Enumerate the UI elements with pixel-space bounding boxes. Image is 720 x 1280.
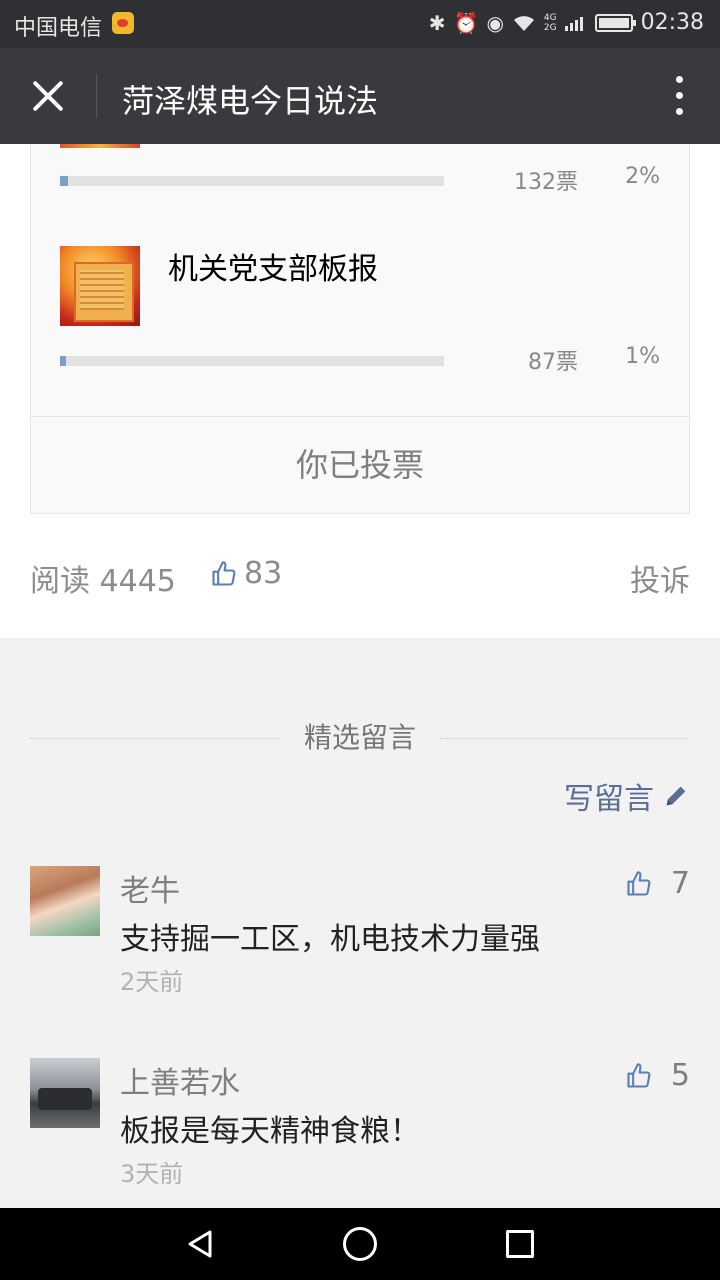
page-title: 菏泽煤电今日说法	[122, 82, 379, 120]
clock: 02:38	[640, 10, 704, 35]
signal-icon	[564, 15, 587, 31]
poll-option-title: 机关党支部板报	[168, 252, 378, 287]
battery-icon	[594, 13, 636, 32]
vote-count: 87票	[528, 350, 578, 375]
recent-apps-icon[interactable]	[506, 1230, 534, 1258]
comment-text: 板报是每天精神食粮！	[120, 1114, 420, 1149]
comment-item: 上善若水 板报是每天精神食粮！ 3天前 5	[30, 1058, 690, 1208]
nav-divider	[96, 74, 97, 118]
comment-text: 支持掘一工区，机电技术力量强	[120, 922, 540, 957]
bluetooth-icon: ✱	[428, 10, 446, 35]
network-type-top: 4G	[543, 12, 557, 23]
comment-nickname: 老牛	[120, 874, 180, 909]
comment-like-button[interactable]: 7	[625, 866, 690, 901]
thumbs-up-icon	[212, 560, 236, 586]
comment-nickname: 上善若水	[120, 1066, 240, 1101]
nav-bar: 菏泽煤电今日说法	[0, 48, 720, 144]
pencil-icon	[666, 786, 686, 806]
weibo-notification-icon	[112, 12, 134, 34]
carrier-label: 中国电信	[14, 16, 103, 41]
write-comment-label: 写留言	[564, 782, 654, 817]
read-count: 阅读 4445	[30, 564, 176, 599]
progress-track	[60, 356, 444, 366]
comment-like-count: 5	[670, 1058, 690, 1093]
section-divider-right	[440, 738, 690, 739]
article-like-button[interactable]: 83	[210, 556, 282, 591]
thumbs-up-icon	[627, 870, 651, 896]
vote-percent: 1%	[625, 344, 660, 369]
poll-option-bar: 132票 2%	[60, 164, 660, 206]
avatar[interactable]	[30, 866, 100, 936]
voted-status: 你已投票	[295, 446, 424, 484]
vote-percent: 2%	[625, 164, 660, 189]
comment-like-count: 7	[670, 866, 690, 901]
home-icon[interactable]	[343, 1227, 377, 1261]
avatar[interactable]	[30, 1058, 100, 1128]
close-button[interactable]	[30, 78, 66, 114]
article-like-count: 83	[244, 556, 283, 591]
comment-time: 2天前	[120, 968, 184, 996]
comment-item: 老牛 支持掘一工区，机电技术力量强 2天前 7	[30, 866, 690, 1016]
comment-time: 3天前	[120, 1160, 184, 1188]
report-link[interactable]: 投诉	[630, 556, 690, 600]
progress-fill	[60, 176, 68, 186]
network-type-indicator: 4G 2G	[544, 13, 557, 33]
poll-option-bar: 87票 1%	[60, 344, 660, 386]
alarm-icon: ⏰	[453, 10, 479, 35]
system-nav-bar	[0, 1208, 720, 1280]
thumbs-up-icon	[627, 1062, 651, 1088]
comment-like-button[interactable]: 5	[625, 1058, 690, 1093]
back-icon[interactable]	[184, 1228, 216, 1260]
article-meta: 阅读 4445 83 投诉	[30, 556, 690, 599]
option-thumbnail	[60, 246, 140, 326]
vote-count: 132票	[514, 170, 578, 195]
status-bar: 中国电信 ✱ ⏰ ◉ 4G 2G 02:38	[0, 0, 720, 48]
option-thumbnail-clipped	[60, 144, 140, 148]
comments-section-title: 精选留言	[303, 721, 416, 754]
wifi-icon	[513, 15, 534, 31]
more-menu-button[interactable]	[676, 76, 684, 116]
status-icons: ✱ ⏰ ◉ 4G 2G 02:38	[429, 10, 704, 35]
divider	[31, 416, 689, 417]
network-type-bottom: 2G	[543, 22, 557, 33]
eye-comfort-icon: ◉	[486, 10, 504, 35]
write-comment-button[interactable]: 写留言	[564, 774, 690, 818]
progress-fill	[60, 356, 66, 366]
progress-track	[60, 176, 444, 186]
